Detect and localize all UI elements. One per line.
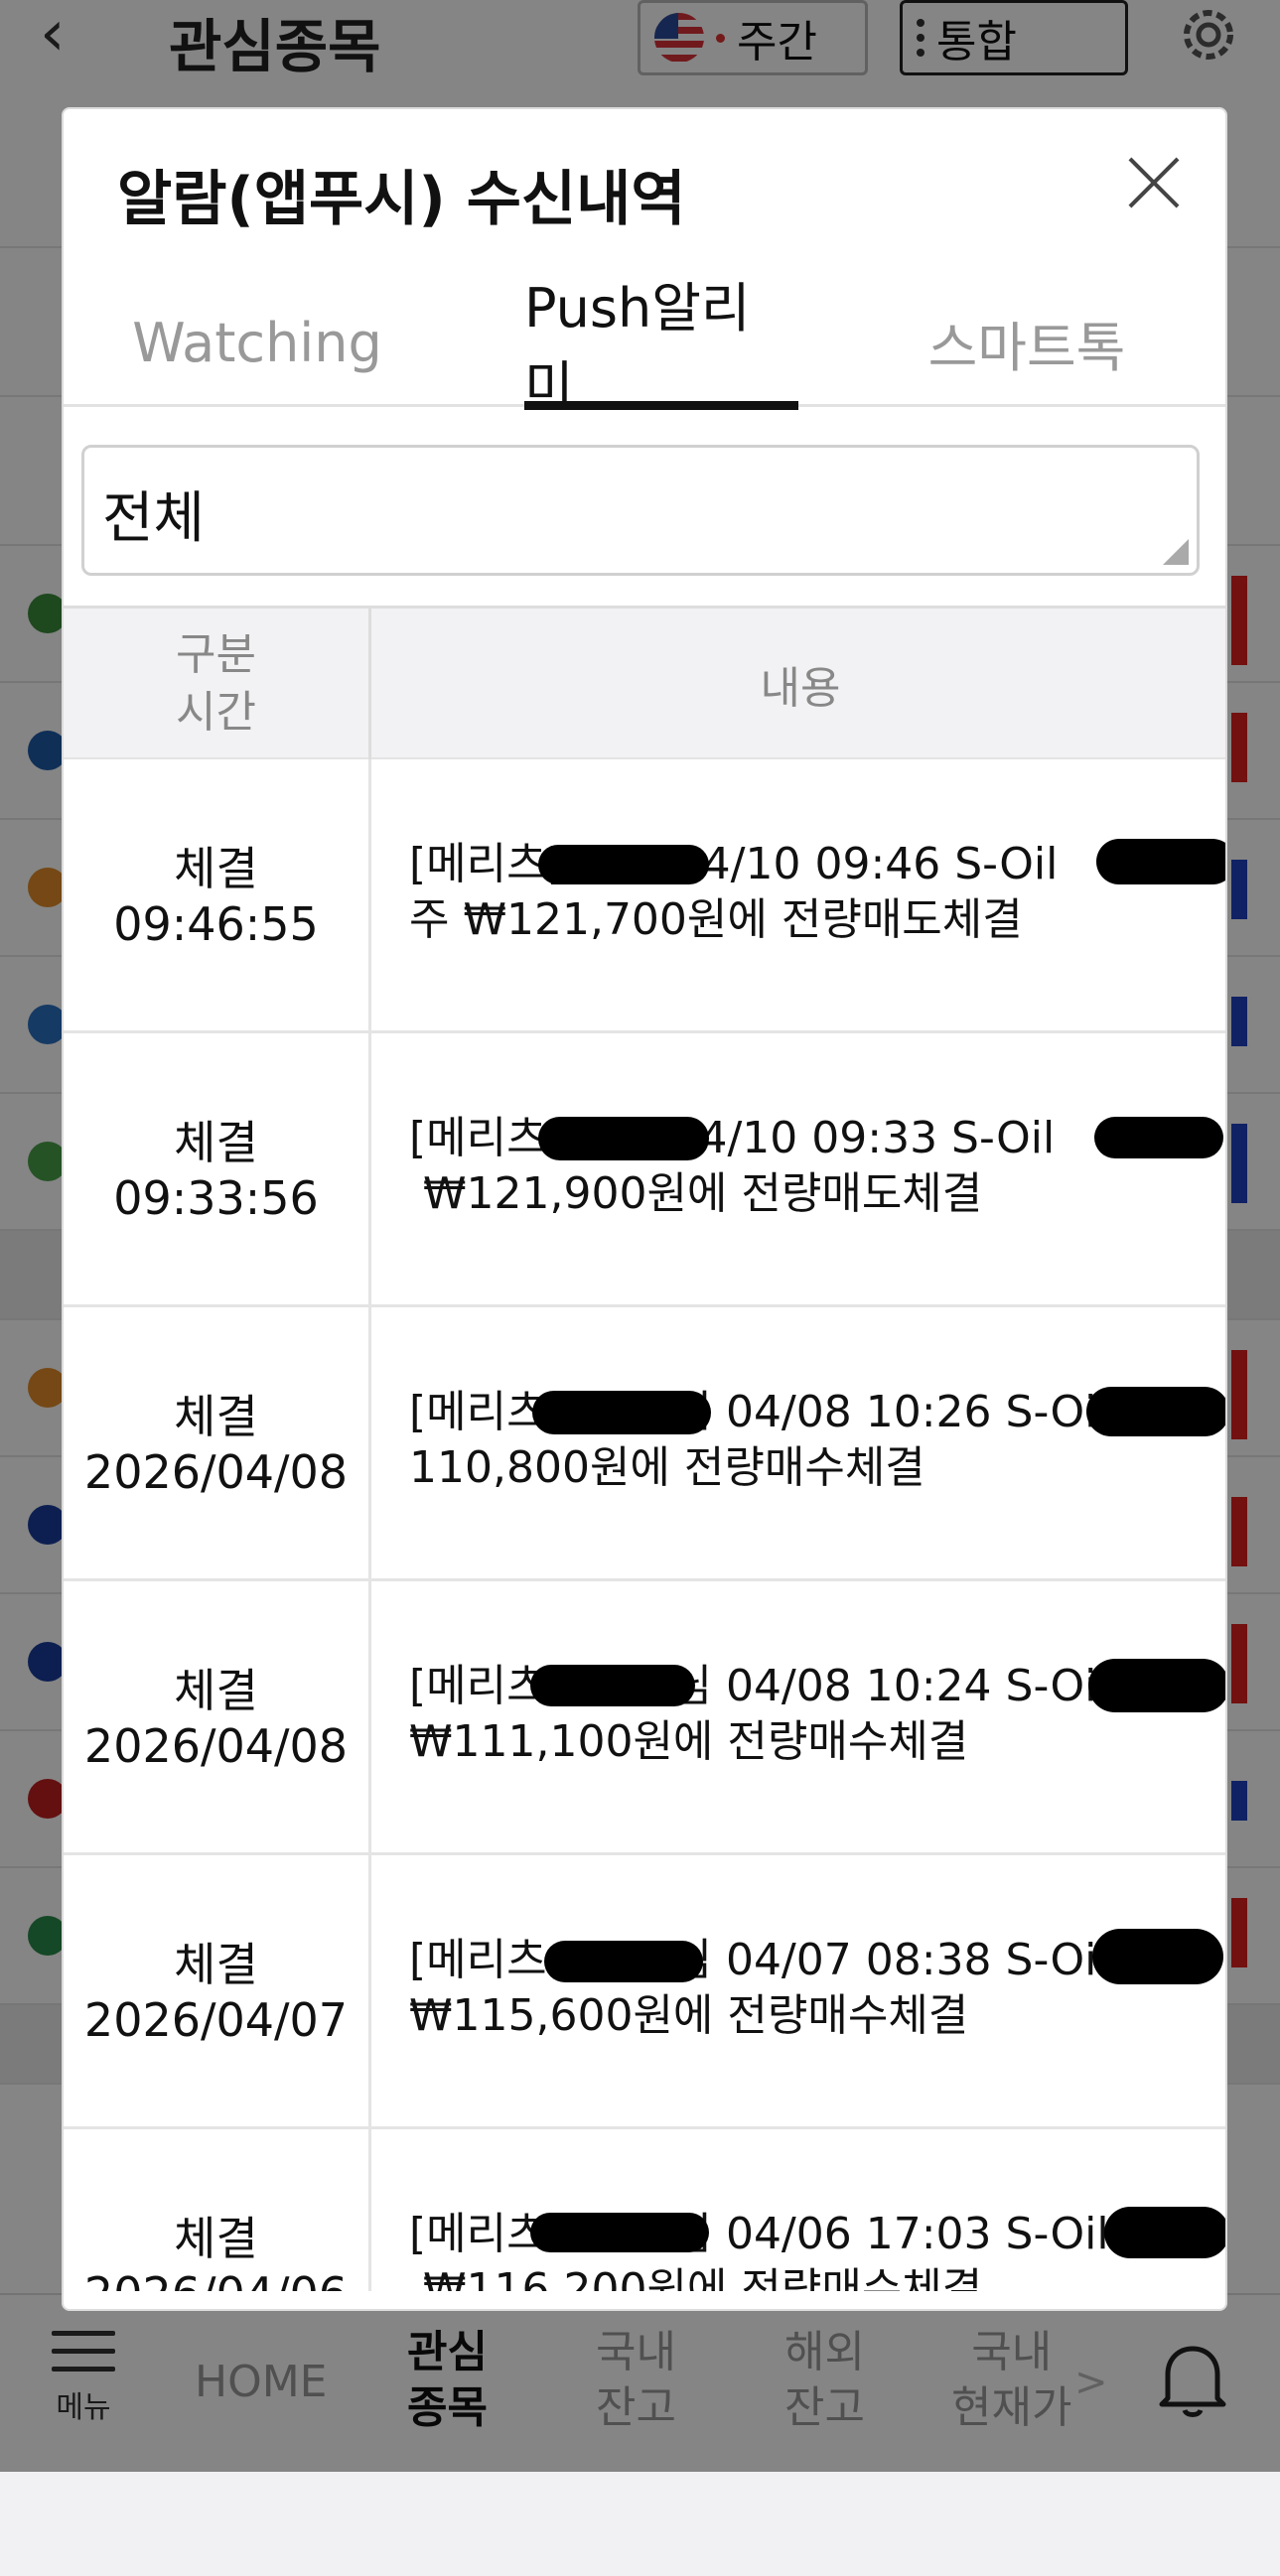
row-time: 2026/04/08 (83, 1445, 349, 1499)
row-message-line2: 주 ₩121,700원에 전량매도체결 (409, 894, 1023, 945)
table-row[interactable]: 체결 2026/04/08 [메리츠 님 04/08 10:26 S-Oil 1… (64, 1307, 1225, 1581)
table-row[interactable]: 체결 2026/04/07 [메리츠 님 04/07 08:38 S-Oil ₩… (64, 1855, 1225, 2129)
tab-smart-talk[interactable]: 스마트톡 (908, 278, 1146, 407)
redaction-mark (1086, 1387, 1225, 1436)
row-type: 체결 (174, 2212, 258, 2265)
type-time-cell: 체결 09:46:55 (64, 759, 371, 1033)
row-type: 체결 (174, 842, 258, 895)
redaction-mark (538, 1117, 709, 1160)
content-cell: [메리츠 님 04/06 17:03 S-Oil ₩116,200원에 전량매수… (409, 2207, 1223, 2291)
row-time: 2026/04/08 (83, 1719, 349, 1773)
row-type: 체결 (174, 1390, 258, 1443)
category-filter-select[interactable]: 전체 (81, 445, 1200, 576)
close-icon[interactable] (1124, 153, 1184, 212)
dropdown-corner-icon (1163, 539, 1189, 565)
type-time-cell: 체결 2026/04/08 (64, 1581, 371, 1855)
redaction-mark (1104, 2207, 1225, 2258)
type-time-cell: 체결 2026/04/06 (64, 2129, 371, 2291)
table-row[interactable]: 체결 09:33:56 [메리츠 04/10 09:33 S-Oil ₩121,… (64, 1033, 1225, 1307)
row-message-line2: ₩121,900원에 전량매도체결 (409, 1168, 983, 1219)
row-message-line2: ₩116,200원에 전량매수체결 (409, 2264, 983, 2291)
type-time-cell: 체결 2026/04/08 (64, 1307, 371, 1581)
redaction-mark (530, 2213, 709, 2252)
tab-watching[interactable]: Watching (103, 278, 411, 407)
row-message-line2: ₩111,100원에 전량매수체결 (409, 1716, 969, 1767)
header-type-time: 구분 시간 (64, 609, 371, 759)
tab-push-alert[interactable]: Push알리미 (524, 277, 798, 418)
redaction-mark (532, 1391, 711, 1434)
row-type: 체결 (174, 1938, 258, 1991)
table-row[interactable]: 체결 2026/04/06 [메리츠 님 04/06 17:03 S-Oil ₩… (64, 2129, 1225, 2291)
table-row[interactable]: 체결 2026/04/08 [메리츠 님 04/08 10:24 S-Oil ₩… (64, 1581, 1225, 1855)
redaction-mark (1092, 1929, 1223, 1984)
redaction-mark (1094, 1117, 1223, 1158)
header-content: 내용 (760, 663, 841, 714)
table-row[interactable]: 체결 09:46:55 [메리츠] 04/10 09:46 S-Oil 주 ₩1… (64, 759, 1225, 1033)
row-type: 체결 (174, 1116, 258, 1169)
row-message-line2: 110,800원에 전량매수체결 (409, 1442, 925, 1493)
row-type: 체결 (174, 1664, 258, 1717)
row-time: 2026/04/07 (83, 1993, 349, 2047)
row-time: 09:33:56 (113, 1171, 319, 1225)
redaction-mark (1088, 1659, 1225, 1712)
row-message-line2: ₩115,600원에 전량매수체결 (409, 1990, 969, 2041)
redaction-mark (1096, 839, 1225, 884)
redaction-mark (538, 845, 709, 884)
type-time-cell: 체결 09:33:56 (64, 1033, 371, 1307)
redaction-mark (544, 1941, 703, 1982)
row-time: 2026/04/06 (84, 2266, 348, 2291)
filter-value: 전체 (102, 486, 206, 551)
redaction-mark (530, 1665, 695, 1706)
alarm-table: 구분 시간 내용 체결 09:46:55 [메리츠] 04/10 09:46 S… (64, 606, 1225, 2291)
type-time-cell: 체결 2026/04/07 (64, 1855, 371, 2129)
alarm-history-dialog: 알람(앱푸시) 수신내역 Watching Push알리미 스마트톡 전체 구분… (62, 107, 1227, 2311)
tab-bar: Watching Push알리미 스마트톡 (64, 277, 1225, 418)
dialog-title: 알람(앱푸시) 수신내역 (117, 165, 686, 234)
row-time: 09:46:55 (113, 897, 319, 951)
table-header: 구분 시간 내용 (64, 609, 1225, 759)
